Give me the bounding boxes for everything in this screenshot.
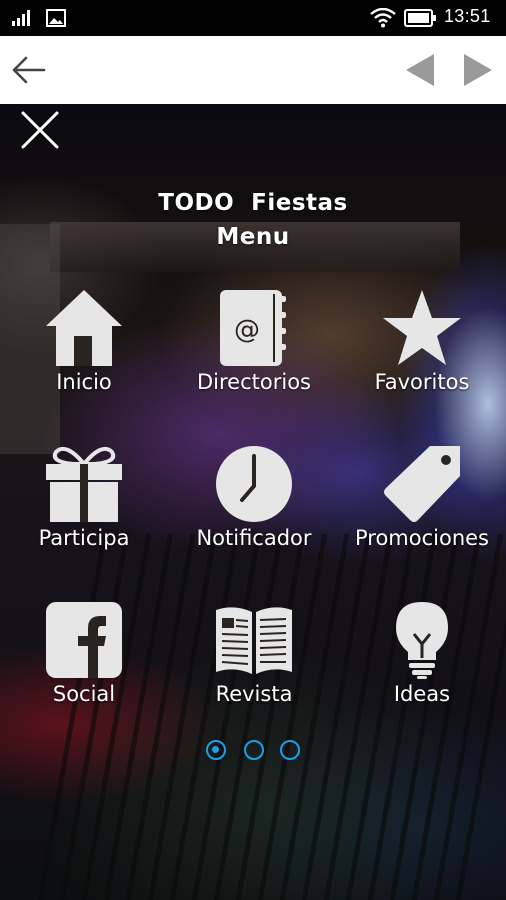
menu-item-social[interactable]: Social xyxy=(0,600,168,740)
back-arrow-icon[interactable] xyxy=(12,54,46,86)
star-icon xyxy=(383,290,461,365)
menu-item-label: Favoritos xyxy=(374,370,470,394)
menu-item-inicio[interactable]: Inicio xyxy=(0,288,168,428)
menu-item-label: Social xyxy=(52,682,116,706)
magazine-icon xyxy=(216,607,292,674)
toolbar xyxy=(0,36,506,104)
close-icon[interactable] xyxy=(20,110,60,150)
battery-icon xyxy=(404,9,436,27)
svg-text:@: @ xyxy=(234,315,260,345)
menu-item-participa[interactable]: Participa xyxy=(0,444,168,584)
next-arrow-icon[interactable] xyxy=(462,52,494,88)
lightbulb-icon xyxy=(396,602,448,679)
address-book-icon: @ xyxy=(220,290,286,366)
tag-icon xyxy=(384,446,460,522)
menu-item-label: Ideas xyxy=(393,682,451,706)
facebook-icon xyxy=(46,602,122,678)
gift-icon xyxy=(46,447,122,522)
menu-title-line2: Menu xyxy=(216,224,290,250)
signal-icon xyxy=(12,10,30,26)
page-dot-3[interactable] xyxy=(280,740,300,760)
menu-item-ideas[interactable]: Ideas xyxy=(338,600,506,740)
status-time: 13:51 xyxy=(444,6,491,26)
image-notification-icon xyxy=(46,9,66,27)
menu-item-favoritos[interactable]: Favoritos xyxy=(338,288,506,428)
previous-arrow-icon[interactable] xyxy=(404,52,436,88)
menu-item-label: Directorios xyxy=(197,370,311,394)
page-indicator xyxy=(204,740,304,762)
page-dot-2[interactable] xyxy=(244,740,264,760)
menu-item-label: Revista xyxy=(215,682,293,706)
menu-item-label: Participa xyxy=(38,526,130,550)
menu-item-directorios[interactable]: @ Directorios xyxy=(170,288,338,428)
menu-item-revista[interactable]: Revista xyxy=(170,600,338,740)
menu-item-label: Promociones xyxy=(354,526,490,550)
wifi-icon xyxy=(370,8,396,28)
menu-title: TODO Fiestas Menu xyxy=(0,186,506,254)
menu-item-label: Inicio xyxy=(56,370,112,394)
clock-icon xyxy=(216,446,292,522)
menu-item-notificador[interactable]: Notificador xyxy=(170,444,338,584)
status-bar: 13:51 xyxy=(0,0,506,36)
menu-title-line1: TODO Fiestas xyxy=(158,190,348,216)
home-icon xyxy=(46,290,122,366)
menu-item-label: Notificador xyxy=(196,526,312,550)
page-dot-1[interactable] xyxy=(206,740,226,760)
menu-item-promociones[interactable]: Promociones xyxy=(338,444,506,584)
